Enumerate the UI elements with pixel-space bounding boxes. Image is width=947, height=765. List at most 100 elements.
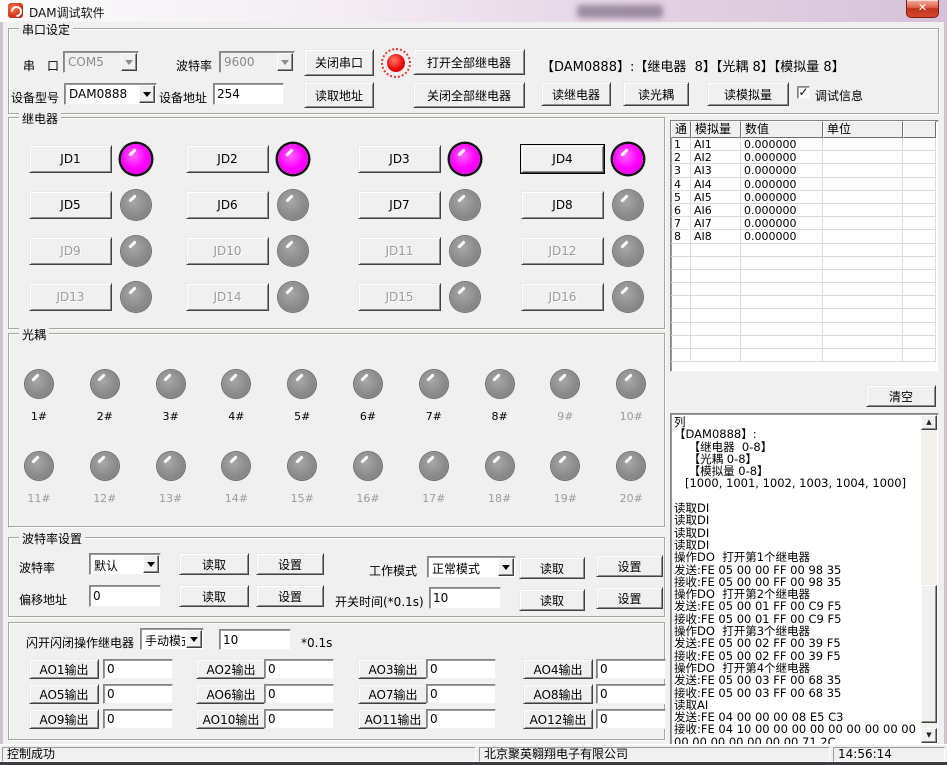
log-scrollbar-thumb[interactable] xyxy=(921,585,937,723)
offset-read-button[interactable]: 读取 xyxy=(179,585,249,607)
ao-output-button-12[interactable]: AO12输出 xyxy=(523,709,593,729)
serial-port-label: 串 口 xyxy=(23,57,59,74)
table-cell xyxy=(823,178,903,191)
relay-indicator-jd14 xyxy=(278,282,308,312)
log-scrollbar[interactable]: ▲ ▼ xyxy=(921,415,937,743)
read-opto-button[interactable]: 读光耦 xyxy=(623,82,689,106)
group-title-baud-settings: 波特率设置 xyxy=(19,530,85,547)
background-window-artifact xyxy=(577,5,663,18)
baud-setting-select[interactable]: 默认 xyxy=(89,553,161,575)
flash-time-field[interactable] xyxy=(219,629,291,650)
table-cell: 1 xyxy=(671,138,691,151)
table-cell: 0.000000 xyxy=(741,230,823,243)
ao-output-field-4[interactable] xyxy=(596,659,666,679)
ao-output-field-9[interactable] xyxy=(103,709,173,729)
ao-output-button-9[interactable]: AO9输出 xyxy=(29,709,99,729)
close-all-relays-button[interactable]: 关闭全部继电器 xyxy=(413,82,525,108)
close-button[interactable]: ✕ xyxy=(906,0,939,18)
relay-button-jd5[interactable]: JD5 xyxy=(29,191,112,219)
ao-output-field-8[interactable] xyxy=(596,684,666,704)
clear-button[interactable]: 清空 xyxy=(866,385,936,407)
status-bar: 控制成功 北京聚英翱翔电子有限公司 14:56:14 xyxy=(0,744,947,762)
work-mode-set-button[interactable]: 设置 xyxy=(596,555,663,577)
work-mode-read-button[interactable]: 读取 xyxy=(519,557,585,579)
table-cell xyxy=(741,336,823,349)
scroll-down-icon[interactable]: ▼ xyxy=(921,728,937,743)
ao-output-button-3[interactable]: AO3输出 xyxy=(358,659,428,679)
table-cell xyxy=(671,257,691,270)
ao-output-field-2[interactable] xyxy=(264,659,334,679)
table-row xyxy=(671,283,938,296)
ao-output-field-12[interactable] xyxy=(596,709,666,729)
table-cell xyxy=(903,283,936,296)
window-edge-left xyxy=(0,22,3,762)
relay-button-jd3[interactable]: JD3 xyxy=(358,145,441,173)
device-model-select[interactable]: DAM0888 xyxy=(64,83,157,105)
analog-table: 通模拟量数值单位 1AI10.0000002AI20.0000003AI30.0… xyxy=(670,120,939,372)
open-all-relays-button[interactable]: 打开全部继电器 xyxy=(413,49,525,75)
device-address-field[interactable] xyxy=(213,83,284,105)
ao-output-field-10[interactable] xyxy=(264,709,334,729)
ao-output-button-10[interactable]: AO10输出 xyxy=(196,709,266,729)
work-mode-select[interactable]: 正常模式 xyxy=(427,556,516,578)
ao-output-field-7[interactable] xyxy=(426,684,496,704)
relay-button-jd16: JD16 xyxy=(521,283,604,311)
debug-log-panel[interactable]: 列 【DAM0888】: 【继电器 0-8】 【光耦 0-8】 【模拟量 0-8… xyxy=(670,413,939,745)
ao-output-field-11[interactable] xyxy=(426,709,496,729)
group-title-opto: 光耦 xyxy=(19,326,49,343)
chevron-down-icon xyxy=(139,85,155,103)
offset-address-field[interactable] xyxy=(89,585,161,607)
switch-time-read-button[interactable]: 读取 xyxy=(519,589,585,611)
relay-group: 继电器 JD1JD2JD3JD4JD5JD6JD7JD8JD9JD10JD11J… xyxy=(8,117,665,329)
relay-button-jd4[interactable]: JD4 xyxy=(521,145,604,173)
close-serial-button[interactable]: 关闭串口 xyxy=(304,49,374,76)
opto-indicator-12 xyxy=(91,452,119,480)
baud-rate-select: 9600 xyxy=(219,51,295,73)
table-row: 4AI40.000000 xyxy=(671,178,938,191)
ao-output-button-2[interactable]: AO2输出 xyxy=(196,659,266,679)
read-address-button[interactable]: 读取地址 xyxy=(304,82,374,108)
ao-output-button-8[interactable]: AO8输出 xyxy=(523,684,593,704)
relay-indicator-jd2 xyxy=(278,144,308,174)
ao-output-field-5[interactable] xyxy=(103,684,173,704)
ao-output-button-11[interactable]: AO11输出 xyxy=(358,709,428,729)
ao-output-field-1[interactable] xyxy=(103,659,173,679)
relay-button-jd2[interactable]: JD2 xyxy=(186,145,269,173)
read-analog-button[interactable]: 读模拟量 xyxy=(707,82,789,106)
table-cell xyxy=(671,283,691,296)
debug-info-checkbox[interactable]: ✓ xyxy=(797,86,810,99)
table-cell xyxy=(671,296,691,309)
switch-time-field[interactable] xyxy=(429,587,501,609)
ao-output-button-5[interactable]: AO5输出 xyxy=(29,684,99,704)
relay-button-jd8[interactable]: JD8 xyxy=(521,191,604,219)
relay-button-jd1[interactable]: JD1 xyxy=(29,145,112,173)
ao-output-button-4[interactable]: AO4输出 xyxy=(523,659,593,679)
column-header: 单位 xyxy=(823,121,903,138)
opto-label-2: 2# xyxy=(83,410,127,423)
flash-mode-select[interactable]: 手动模式 xyxy=(140,628,204,650)
ao-output-button-6[interactable]: AO6输出 xyxy=(196,684,266,704)
table-row xyxy=(671,257,938,270)
relay-button-jd10: JD10 xyxy=(186,237,269,265)
ao-output-field-3[interactable] xyxy=(426,659,496,679)
scroll-up-icon[interactable]: ▲ xyxy=(921,415,937,430)
switch-time-set-button[interactable]: 设置 xyxy=(596,587,663,609)
relay-button-jd6[interactable]: JD6 xyxy=(186,191,269,219)
baud-read-button[interactable]: 读取 xyxy=(179,553,249,575)
ao-output-button-7[interactable]: AO7输出 xyxy=(358,684,428,704)
opto-indicator-16 xyxy=(354,452,382,480)
relay-indicator-jd9 xyxy=(121,236,151,266)
debug-info-label: 调试信息 xyxy=(815,87,863,104)
baud-rate-label: 波特率 xyxy=(176,57,212,74)
read-relay-button[interactable]: 读继电器 xyxy=(541,82,611,106)
ao-output-field-6[interactable] xyxy=(264,684,334,704)
offset-set-button[interactable]: 设置 xyxy=(256,585,324,607)
relay-button-jd7[interactable]: JD7 xyxy=(358,191,441,219)
table-cell xyxy=(823,309,903,322)
table-cell xyxy=(691,296,741,309)
opto-label-11: 11# xyxy=(17,492,61,505)
baud-set-button[interactable]: 设置 xyxy=(256,553,324,575)
table-cell: AI6 xyxy=(691,204,741,217)
table-cell xyxy=(671,323,691,336)
ao-output-button-1[interactable]: AO1输出 xyxy=(29,659,99,679)
